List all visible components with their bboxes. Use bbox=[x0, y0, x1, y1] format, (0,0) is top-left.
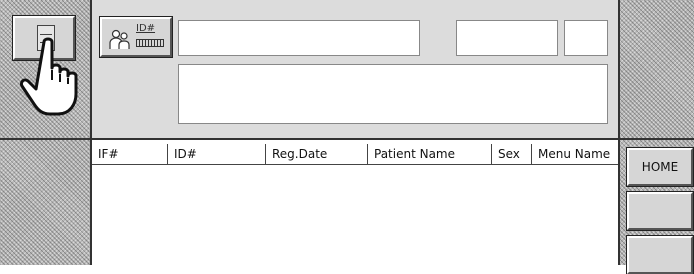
column-header-reg-date[interactable]: Reg.Date bbox=[266, 144, 368, 164]
right-bottom-panel: HOME bbox=[618, 140, 694, 274]
left-top-panel bbox=[0, 0, 92, 140]
barcode-icon bbox=[136, 39, 164, 47]
patient-field-3[interactable] bbox=[564, 20, 608, 56]
patient-id-field[interactable] bbox=[178, 20, 420, 56]
home-button[interactable]: HOME bbox=[626, 147, 694, 187]
side-button-3[interactable] bbox=[626, 235, 694, 274]
patient-header-area: ID# bbox=[92, 0, 618, 140]
table-header: IF# ID# Reg.Date Patient Name Sex Menu N… bbox=[92, 144, 618, 165]
people-icon bbox=[109, 29, 130, 49]
column-header-menu-name[interactable]: Menu Name bbox=[532, 144, 618, 164]
column-header-patient-name[interactable]: Patient Name bbox=[368, 144, 492, 164]
patient-info-field[interactable] bbox=[178, 64, 608, 124]
column-header-sex[interactable]: Sex bbox=[492, 144, 532, 164]
right-top-panel bbox=[618, 0, 694, 140]
id-lookup-button[interactable]: ID# bbox=[99, 16, 173, 58]
column-header-id[interactable]: ID# bbox=[168, 144, 266, 164]
hand-pointer-icon bbox=[20, 37, 78, 116]
left-bottom-panel bbox=[0, 140, 92, 265]
id-button-label: ID# bbox=[136, 23, 156, 34]
patient-table: IF# ID# Reg.Date Patient Name Sex Menu N… bbox=[92, 140, 618, 265]
column-header-if[interactable]: IF# bbox=[92, 144, 168, 164]
patient-field-2[interactable] bbox=[456, 20, 558, 56]
side-button-2[interactable] bbox=[626, 191, 694, 231]
